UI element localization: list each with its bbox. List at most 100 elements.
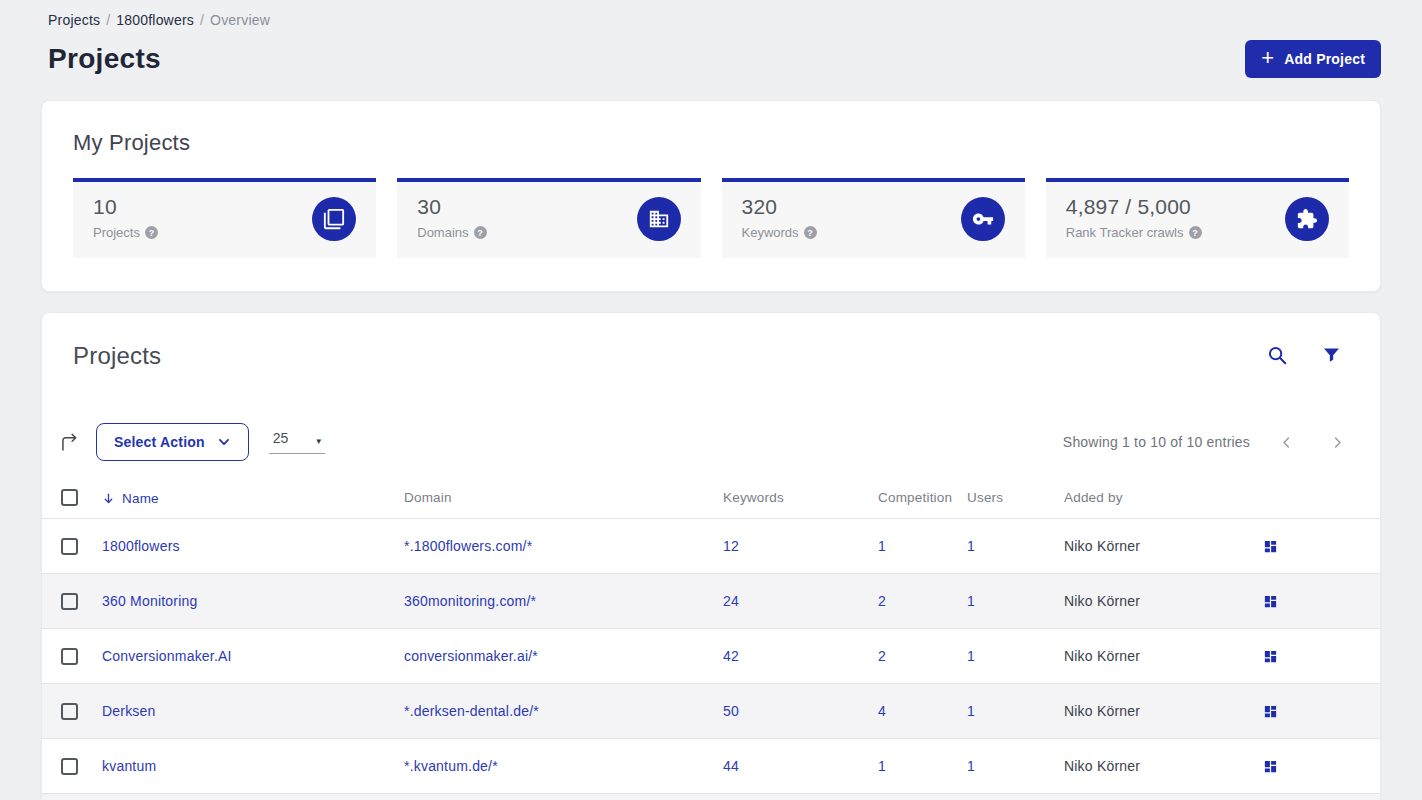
project-domain-link[interactable]: *.1800flowers.com/* — [404, 538, 532, 554]
project-name-link[interactable]: Derksen — [102, 703, 156, 719]
stat-label: Projects — [93, 225, 140, 240]
search-icon[interactable] — [1266, 344, 1288, 366]
dashboard-icon[interactable] — [1263, 539, 1278, 554]
stat-label: Keywords — [742, 225, 799, 240]
column-header-added-by[interactable]: Added by — [1064, 483, 1241, 519]
project-domain-link[interactable]: conversionmaker.ai/* — [404, 648, 538, 664]
projects-copy-icon — [312, 197, 356, 241]
stat-tile-domains: 30 Domains? — [397, 178, 700, 258]
project-users-link[interactable]: 1 — [967, 703, 975, 719]
breadcrumb-overview: Overview — [210, 12, 270, 28]
page-size-value: 25 — [273, 430, 289, 446]
pagination-info: Showing 1 to 10 of 10 entries — [1063, 434, 1250, 450]
added-by-value: Niko Körner — [1064, 758, 1140, 774]
breadcrumb-1800flowers[interactable]: 1800flowers — [116, 12, 194, 28]
project-competition-link[interactable]: 4 — [878, 703, 886, 719]
project-users-link[interactable]: 1 — [967, 758, 975, 774]
table-row: kvantum *.kvantum.de/* 44 1 1 Niko Körne… — [42, 739, 1380, 794]
breadcrumb: Projects/1800flowers/Overview — [41, 12, 1381, 28]
stat-label: Domains — [417, 225, 468, 240]
stat-tiles: 10 Projects? 30 Domains? 320 Keywords? — [73, 178, 1349, 258]
row-checkbox[interactable] — [61, 703, 78, 720]
select-arrow-icon: ▼ — [315, 437, 323, 446]
breadcrumb-projects[interactable]: Projects — [48, 12, 100, 28]
my-projects-card: My Projects 10 Projects? 30 Domains? 320… — [41, 100, 1381, 292]
stat-label: Rank Tracker crawls — [1066, 225, 1184, 240]
column-header-competition[interactable]: Competition — [878, 483, 967, 519]
add-project-button[interactable]: + Add Project — [1245, 40, 1381, 78]
table-row: 1800flowers *.1800flowers.com/* 12 1 1 N… — [42, 519, 1380, 574]
project-keywords-link[interactable]: 12 — [723, 538, 739, 554]
project-competition-link[interactable]: 2 — [878, 648, 886, 664]
column-header-keywords[interactable]: Keywords — [723, 483, 878, 519]
table-row: 360 Monitoring 360monitoring.com/* 24 2 … — [42, 574, 1380, 629]
table-row: Derksen *.derksen-dental.de/* 50 4 1 Nik… — [42, 684, 1380, 739]
table-header-row: Name Domain Keywords Competition Users A… — [42, 483, 1380, 519]
next-page-icon[interactable] — [1328, 433, 1347, 452]
project-keywords-link[interactable]: 24 — [723, 593, 739, 609]
stat-tile-projects: 10 Projects? — [73, 178, 376, 258]
puzzle-icon — [1285, 197, 1329, 241]
page-title: Projects — [48, 43, 161, 75]
project-domain-link[interactable]: *.derksen-dental.de/* — [404, 703, 539, 719]
row-checkbox[interactable] — [61, 758, 78, 775]
project-competition-link[interactable]: 1 — [878, 538, 886, 554]
project-name-link[interactable]: kvantum — [102, 758, 156, 774]
column-header-domain[interactable]: Domain — [404, 483, 723, 519]
dashboard-icon[interactable] — [1263, 704, 1278, 719]
dashboard-icon[interactable] — [1263, 594, 1278, 609]
sort-desc-icon — [102, 492, 115, 505]
project-name-link[interactable]: 360 Monitoring — [102, 593, 197, 609]
dashboard-icon[interactable] — [1263, 759, 1278, 774]
projects-table: Name Domain Keywords Competition Users A… — [42, 483, 1380, 800]
my-projects-title: My Projects — [73, 130, 1349, 156]
help-icon[interactable]: ? — [145, 226, 158, 239]
project-name-link[interactable]: 1800flowers — [102, 538, 180, 554]
added-by-value: Niko Körner — [1064, 648, 1140, 664]
projects-table-card: Projects Select Action — [41, 312, 1381, 800]
row-checkbox[interactable] — [61, 648, 78, 665]
export-icon[interactable] — [59, 432, 80, 453]
help-icon[interactable]: ? — [804, 226, 817, 239]
projects-table-title: Projects — [73, 342, 161, 370]
select-action-dropdown[interactable]: Select Action — [96, 423, 249, 461]
table-row-partial — [42, 794, 1380, 800]
page-size-select[interactable]: 25 ▼ — [269, 430, 325, 454]
column-header-name[interactable]: Name — [102, 483, 404, 519]
select-action-label: Select Action — [114, 434, 205, 450]
add-project-label: Add Project — [1284, 51, 1365, 67]
stat-tile-keywords: 320 Keywords? — [722, 178, 1025, 258]
plus-icon: + — [1261, 47, 1274, 69]
project-users-link[interactable]: 1 — [967, 538, 975, 554]
project-users-link[interactable]: 1 — [967, 593, 975, 609]
help-icon[interactable]: ? — [1189, 226, 1202, 239]
added-by-value: Niko Körner — [1064, 703, 1140, 719]
row-checkbox[interactable] — [61, 538, 78, 555]
projects-table-body: 1800flowers *.1800flowers.com/* 12 1 1 N… — [42, 519, 1380, 800]
project-competition-link[interactable]: 2 — [878, 593, 886, 609]
project-keywords-link[interactable]: 42 — [723, 648, 739, 664]
domain-building-icon — [637, 197, 681, 241]
column-header-users[interactable]: Users — [967, 483, 1064, 519]
stat-tile-rank-tracker: 4,897 / 5,000 Rank Tracker crawls? — [1046, 178, 1349, 258]
key-icon — [961, 197, 1005, 241]
filter-icon[interactable] — [1322, 346, 1341, 365]
added-by-value: Niko Körner — [1064, 538, 1140, 554]
prev-page-icon[interactable] — [1277, 433, 1296, 452]
project-competition-link[interactable]: 1 — [878, 758, 886, 774]
project-domain-link[interactable]: *.kvantum.de/* — [404, 758, 498, 774]
added-by-value: Niko Körner — [1064, 593, 1140, 609]
table-row: Conversionmaker.AI conversionmaker.ai/* … — [42, 629, 1380, 684]
project-users-link[interactable]: 1 — [967, 648, 975, 664]
chevron-down-icon — [217, 435, 231, 449]
project-keywords-link[interactable]: 50 — [723, 703, 739, 719]
project-domain-link[interactable]: 360monitoring.com/* — [404, 593, 536, 609]
help-icon[interactable]: ? — [474, 226, 487, 239]
project-keywords-link[interactable]: 44 — [723, 758, 739, 774]
breadcrumb-separator: / — [200, 12, 204, 28]
row-checkbox[interactable] — [61, 593, 78, 610]
select-all-checkbox[interactable] — [61, 489, 78, 506]
project-name-link[interactable]: Conversionmaker.AI — [102, 648, 232, 664]
dashboard-icon[interactable] — [1263, 649, 1278, 664]
page: Projects/1800flowers/Overview Projects +… — [0, 0, 1422, 800]
